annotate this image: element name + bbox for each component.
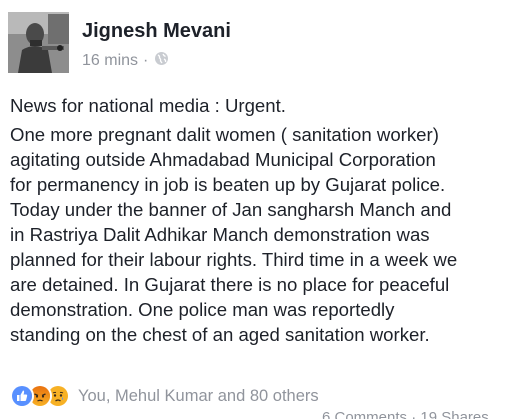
post-headline: News for national media : Urgent. — [10, 95, 286, 116]
post-footer: 6 Comments · 19 Shares — [322, 409, 489, 419]
comments-count[interactable]: 6 Comments — [322, 409, 407, 419]
reactions-summary[interactable]: You, Mehul Kumar and 80 others — [78, 387, 319, 406]
like-icon — [10, 384, 34, 408]
post-line: standing on the chest of an aged sanitat… — [10, 324, 430, 345]
post-line: agitating outside Ahmadabad Municipal Co… — [10, 149, 436, 170]
globe-icon — [154, 51, 169, 71]
author-name[interactable]: Jignesh Mevani — [82, 20, 231, 43]
shares-count[interactable]: 19 Shares — [420, 409, 488, 419]
post-time[interactable]: 16 mins — [82, 52, 138, 70]
post-meta: 16 mins · — [82, 51, 169, 71]
reactions-bar[interactable]: You, Mehul Kumar and 80 others — [10, 383, 319, 409]
post-line: Today under the banner of Jan sangharsh … — [10, 199, 452, 220]
post-line: One more pregnant dalit women ( sanitati… — [10, 124, 439, 145]
post-line: for permanency in job is beaten up by Gu… — [10, 174, 446, 195]
post-line: are detained. In Gujarat there is no pla… — [10, 274, 450, 295]
author-avatar[interactable] — [8, 12, 69, 73]
post-line: demonstration. One police man was report… — [10, 299, 395, 320]
footer-separator: · — [411, 409, 417, 419]
meta-separator: · — [143, 52, 149, 69]
post-body: News for national media : Urgent. One mo… — [10, 93, 518, 347]
post-line: in Rastriya Dalit Adhikar Manch demonstr… — [10, 224, 430, 245]
post-line: planned for their labour rights. Third t… — [10, 249, 458, 270]
post-header: Jignesh Mevani 16 mins · — [8, 12, 516, 74]
